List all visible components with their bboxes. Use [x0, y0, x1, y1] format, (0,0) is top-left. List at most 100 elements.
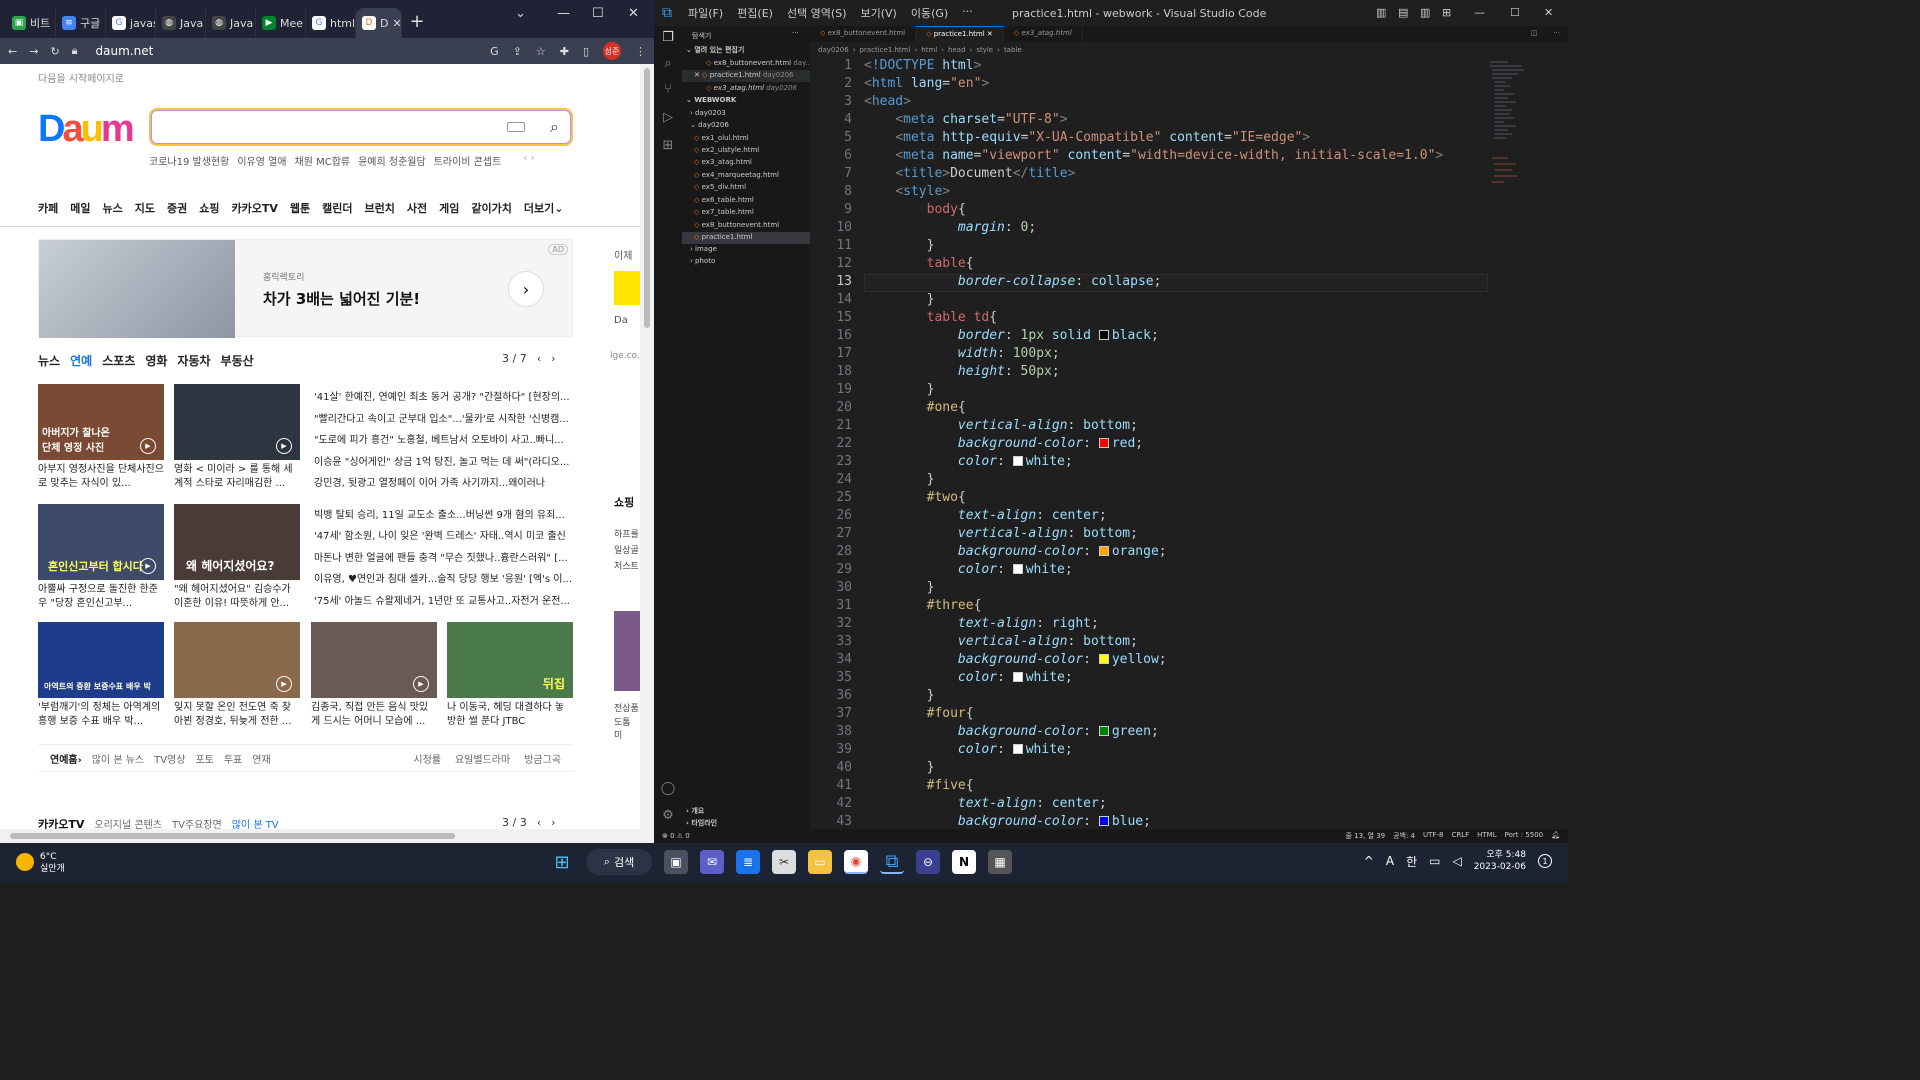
color-swatch[interactable]	[1098, 654, 1109, 664]
clock[interactable]: 오후 5:48 2023-02-06	[1474, 849, 1526, 873]
account-icon[interactable]: ◯	[660, 781, 676, 797]
tab-car[interactable]: 자동차	[177, 352, 210, 369]
ad-banner[interactable]: 홈릭렉토리 차가 3배는 넓어진 기분! › AD	[38, 239, 573, 338]
snipping-tool-icon[interactable]: ✂	[772, 850, 796, 874]
next-icon[interactable]: ›	[551, 352, 555, 365]
teams-chat-icon[interactable]: ✉	[700, 850, 724, 874]
headline-item[interactable]: '41살' 한예진, 연예인 최초 동거 공개? "간절하다" [현장의...	[314, 388, 574, 410]
task-view-icon[interactable]: ▣	[664, 850, 688, 874]
ime-hangul[interactable]: 한	[1406, 853, 1417, 870]
crumb[interactable]: style	[976, 46, 993, 54]
close-tab-icon[interactable]: ✕	[987, 30, 993, 38]
trend-item[interactable]: 채원 MC합류	[295, 153, 351, 168]
color-swatch[interactable]	[1098, 330, 1109, 340]
tab-2[interactable]: ≡ 구글	[56, 8, 106, 38]
search-icon[interactable]: ⌕	[660, 56, 676, 72]
promo-tile[interactable]	[614, 271, 640, 305]
split-editor-icon[interactable]: ◫	[1523, 26, 1546, 42]
tab-3[interactable]: Gjavas	[106, 8, 156, 38]
crumb[interactable]: html	[921, 46, 937, 54]
layout-sidebar-icon[interactable]: ▥	[1376, 6, 1386, 19]
color-swatch[interactable]	[1012, 564, 1023, 574]
back-icon[interactable]: ←	[8, 45, 17, 58]
scroll-thumb[interactable]	[644, 68, 650, 328]
workspace-header[interactable]: ⌄ WEBWORK	[686, 96, 736, 104]
nav-item[interactable]: 지도	[135, 200, 155, 216]
forward-icon[interactable]: →	[29, 45, 38, 58]
trend-item[interactable]: 트라이비 콘셉트	[434, 153, 502, 168]
nav-item[interactable]: 브런치	[365, 200, 395, 216]
menu-edit[interactable]: 편집(E)	[737, 5, 773, 21]
minimap[interactable]	[1488, 58, 1528, 238]
link-item[interactable]: 시청률	[413, 751, 441, 766]
open-editor-item[interactable]: ✕ ◇ practice1.html day0206	[694, 71, 794, 79]
color-swatch[interactable]	[1098, 546, 1109, 556]
headline-item[interactable]: "도로에 피가 흥건" 노홍철, 베트남서 오토바이 사고..빠니...	[314, 431, 574, 453]
close-window-icon[interactable]: ✕	[628, 6, 639, 21]
color-swatch[interactable]	[1012, 456, 1023, 466]
layout-panel-icon[interactable]: ▤	[1398, 6, 1408, 19]
trend-item[interactable]: 코로나19 발생현황	[149, 153, 229, 168]
headline-item[interactable]: '47세' 함소원, 나이 잊은 '완벽 드레스' 자태..역시 미코 출신	[314, 527, 574, 549]
headline-item[interactable]: 이승윤 "싱어게인" 상금 1억 탕진, 놀고 먹는 데 써"(라디오...	[314, 453, 574, 475]
layout-secondary-icon[interactable]: ▥	[1420, 6, 1430, 19]
news-card[interactable]: 왜 헤어지셨어요? "왜 헤어지셨어요" 김승수가 이혼한 이유! 따뜻하게 안…	[174, 504, 300, 611]
notification-badge-icon[interactable]: 1	[1538, 854, 1552, 868]
eol[interactable]: CRLF	[1451, 831, 1469, 841]
crumb[interactable]: day0206	[818, 46, 849, 54]
link-item[interactable]: 연재	[252, 751, 270, 766]
run-debug-icon[interactable]: ▷	[660, 110, 676, 126]
address-bar[interactable]: daum.net	[96, 44, 154, 58]
news-card[interactable]: 뒤집 나 이동국, 헤딩 대결하다 놓방한 썰 푼다 JTBC 230205..…	[447, 622, 573, 729]
nav-item[interactable]: 웹툰	[290, 200, 310, 216]
prev-icon[interactable]: ‹	[537, 352, 541, 365]
link-item[interactable]: TV영상	[154, 751, 185, 766]
menu-go[interactable]: 이동(G)	[911, 5, 948, 21]
nav-item[interactable]: 쇼핑	[199, 200, 219, 216]
headline-item[interactable]: '75세' 아놀드 슈왈제네거, 1년만 또 교통사고..자전거 운전...	[314, 592, 574, 614]
side-panel-icon[interactable]: ▯	[583, 45, 589, 58]
google-lens-icon[interactable]: G	[490, 45, 499, 58]
volume-icon[interactable]: ◁	[1452, 854, 1461, 868]
vscode-icon[interactable]: ⧉	[880, 850, 904, 874]
file-item[interactable]: ◇ ex4_marqueetag.html	[694, 171, 779, 179]
tab-7[interactable]: Ghtml	[306, 8, 356, 38]
file-item-selected[interactable]: ◇ practice1.html	[694, 233, 753, 241]
folder-item[interactable]: › day0203	[690, 109, 726, 117]
prev-icon[interactable]: ‹	[537, 816, 541, 829]
headline-item[interactable]: "빨리간다고 속이고 군부대 입소"...'물카'로 시작한 '신병캠...	[314, 410, 574, 432]
tab-sports[interactable]: 스포츠	[102, 352, 135, 369]
headline-item[interactable]: 마돈나 변한 얼굴에 팬들 충격 "무슨 짓했나..흉란스러워" [...	[314, 549, 574, 571]
problems-indicator[interactable]: ⊗ 0 ⚠ 0	[662, 832, 690, 840]
news-card[interactable]: ▶ 김종국, 직접 만든 음식 맛있게 드시는 어머니 모습에 ...	[311, 622, 437, 729]
open-editor-item[interactable]: ◇ ex8_buttonevent.html day...	[706, 59, 812, 67]
nav-item[interactable]: 증권	[167, 200, 187, 216]
menu-file[interactable]: 파일(F)	[688, 5, 723, 21]
new-tab-button[interactable]: +	[402, 11, 432, 32]
crumb[interactable]: table	[1004, 46, 1022, 54]
tab-5[interactable]: ◍ Java	[206, 8, 256, 38]
close-editor-icon[interactable]: ✕	[694, 71, 700, 79]
maximize-icon[interactable]: ☐	[1510, 6, 1520, 19]
menu-kebab-icon[interactable]: ⋮	[635, 45, 646, 58]
crumb[interactable]: practice1.html	[860, 46, 911, 54]
nav-item[interactable]: 카페	[38, 200, 58, 216]
minimize-icon[interactable]: —	[557, 6, 570, 21]
kakaotv-link[interactable]: 많이 본 TV	[232, 816, 279, 829]
close-window-icon[interactable]: ✕	[1544, 6, 1553, 19]
nav-item[interactable]: 캘린더	[322, 200, 352, 216]
extensions-icon[interactable]: ⊞	[660, 138, 676, 154]
weather-widget[interactable]: 6°C 실안개	[16, 851, 65, 875]
tab-active-daum[interactable]: D D ✕	[356, 8, 402, 38]
link-item[interactable]: 투표	[224, 751, 242, 766]
file-item[interactable]: ◇ ex3_atag.html	[694, 158, 752, 166]
close-tab-icon[interactable]: ✕	[392, 17, 401, 30]
maximize-icon[interactable]: ☐	[592, 6, 604, 21]
chrome-icon[interactable]: ◉	[844, 850, 868, 874]
link-item[interactable]: 요일별드라마	[455, 751, 510, 766]
menu-view[interactable]: 보기(V)	[860, 5, 896, 21]
tab-6[interactable]: ▶ Mee	[256, 8, 306, 38]
file-item[interactable]: ◇ ex7_table.html	[694, 208, 754, 216]
file-item[interactable]: ◇ ex2_ulstyle.html	[694, 146, 759, 154]
menu-more[interactable]: ···	[962, 5, 973, 21]
